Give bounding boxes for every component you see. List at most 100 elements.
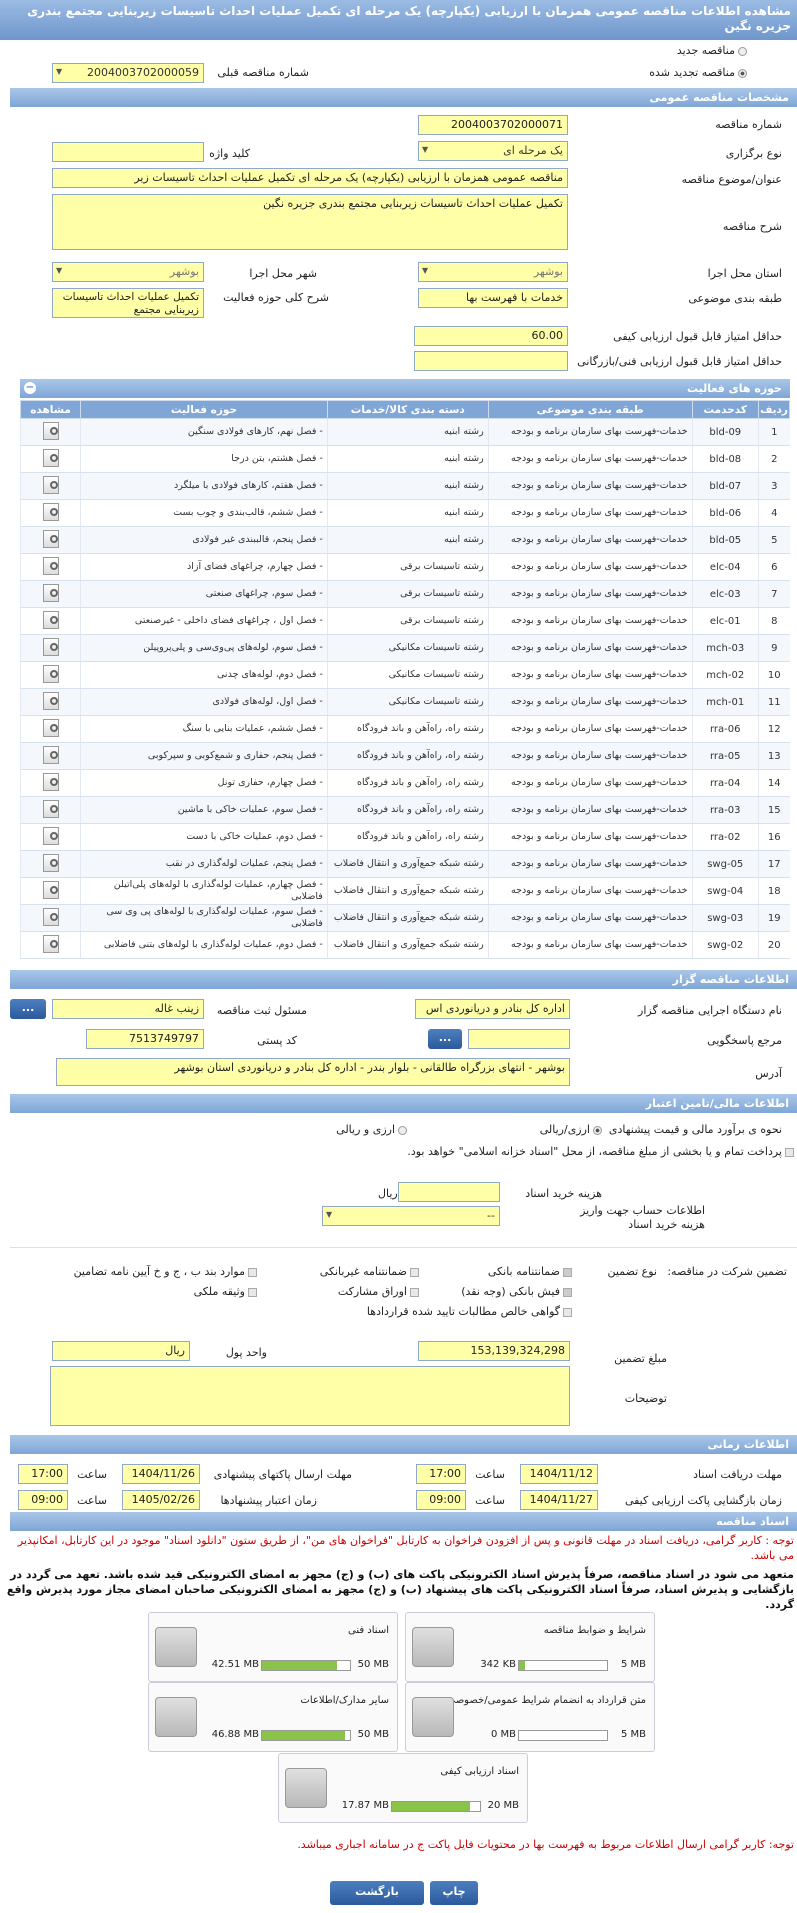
type-select[interactable]: یک مرحله ای xyxy=(418,141,568,161)
folder-icon[interactable] xyxy=(412,1627,454,1667)
guarantee-nonbank[interactable]: ضمانتنامه غیربانکی xyxy=(320,1265,419,1278)
view-document-icon[interactable] xyxy=(42,529,59,548)
document-size: 42.51 MB xyxy=(211,1659,259,1670)
document-box[interactable]: اسناد ارزیابی کیفی 20 MB 17.87 MB xyxy=(278,1753,528,1823)
checkbox-icon[interactable] xyxy=(410,1267,419,1277)
keyword-field xyxy=(52,142,204,162)
radio-icon[interactable] xyxy=(398,1125,407,1135)
radio-icon[interactable] xyxy=(593,1125,602,1135)
guarantee-clauses-label: موارد بند ب ، ج و خ آیین نامه تضامین xyxy=(73,1265,245,1278)
folder-icon[interactable] xyxy=(412,1697,454,1737)
guarantee-property[interactable]: وثیقه ملکی xyxy=(194,1285,257,1298)
view-document-icon[interactable] xyxy=(42,421,59,440)
service-code: rra-02 xyxy=(691,823,759,851)
guarantee-claims[interactable]: گواهی خالص مطالبات تایید شده قراردادها xyxy=(367,1305,572,1318)
row-category: خدمات-فهرست بهای سازمان برنامه و بودجه xyxy=(487,418,693,446)
checkbox-icon[interactable] xyxy=(563,1287,572,1297)
guarantee-clauses[interactable]: موارد بند ب ، ج و خ آیین نامه تضامین xyxy=(74,1265,257,1278)
treasury-checkbox[interactable]: پرداخت تمام و یا بخشی از مبلغ مناقصه، از… xyxy=(234,1144,794,1159)
row-scope: - فصل اول، لوله‌های فولادی xyxy=(80,688,328,716)
folder-icon[interactable] xyxy=(155,1627,197,1667)
org-label: نام دستگاه اجرایی مناقصه گزار xyxy=(638,1004,782,1017)
checkbox-icon[interactable] xyxy=(248,1287,257,1297)
resp-more-button[interactable]: ... xyxy=(10,999,46,1019)
row-scope: - فصل پنجم، عملیات لوله‌گذاری در نقب xyxy=(80,850,328,878)
collapse-icon[interactable]: − xyxy=(24,382,36,394)
view-cell xyxy=(19,742,81,770)
document-box[interactable]: شرایط و ضوابط مناقصه 5 MB 342 KB xyxy=(405,1612,655,1682)
checkbox-icon[interactable] xyxy=(248,1267,257,1277)
guarantee-bank[interactable]: ضمانتنامه بانکی xyxy=(488,1265,572,1278)
document-max-size: 5 MB xyxy=(620,1659,646,1670)
method-option-2[interactable]: ارزی و ریالی xyxy=(336,1123,407,1136)
document-max-size: 5 MB xyxy=(620,1729,646,1740)
view-document-icon[interactable] xyxy=(42,772,59,791)
col-row: ردیف xyxy=(758,400,790,419)
document-max-size: 50 MB xyxy=(357,1729,389,1740)
document-box[interactable]: سایر مدارک/اطلاعات 50 MB 46.88 MB xyxy=(148,1682,398,1752)
service-code: bld-07 xyxy=(691,472,759,500)
title-field: مناقصه عمومی همزمان با ارزیابی (یکپارچه)… xyxy=(52,168,568,188)
view-document-icon[interactable] xyxy=(42,691,59,710)
view-document-icon[interactable] xyxy=(42,610,59,629)
radio-icon[interactable] xyxy=(738,46,747,56)
print-button[interactable]: چاپ xyxy=(430,1881,478,1905)
back-button[interactable]: بازگشت xyxy=(330,1881,424,1905)
view-document-icon[interactable] xyxy=(42,448,59,467)
view-document-icon[interactable] xyxy=(42,745,59,764)
city-select[interactable]: بوشهر xyxy=(52,262,204,282)
radio-new-tender[interactable]: مناقصه جدید xyxy=(677,44,747,57)
view-document-icon[interactable] xyxy=(42,934,59,953)
province-select[interactable]: بوشهر xyxy=(418,262,568,282)
view-document-icon[interactable] xyxy=(42,907,59,926)
view-document-icon[interactable] xyxy=(42,475,59,494)
view-cell xyxy=(19,796,81,824)
document-name: اسناد فنی xyxy=(348,1625,389,1636)
radio-renewed-tender[interactable]: مناقصه تجدید شده xyxy=(649,66,747,79)
checkbox-icon[interactable] xyxy=(785,1147,794,1157)
guarantee-cash[interactable]: فیش بانکی (وجه نقد) xyxy=(461,1285,572,1298)
service-code: mch-01 xyxy=(691,688,759,716)
ref-more-button[interactable]: ... xyxy=(428,1029,462,1049)
view-document-icon[interactable] xyxy=(42,853,59,872)
view-document-icon[interactable] xyxy=(42,826,59,845)
row-number: 5 xyxy=(758,526,790,554)
radio-icon[interactable] xyxy=(738,68,747,78)
currency-label: واحد پول xyxy=(225,1346,267,1359)
documents-note-1: توجه : کاربر گرامی، دریافت اسناد در مهلت… xyxy=(17,1534,794,1562)
row-number: 4 xyxy=(758,499,790,527)
document-box[interactable]: متن قرارداد به انضمام شرایط عمومی/خصوصی 5… xyxy=(405,1682,655,1752)
row-goods: رشته تاسیسات برقی xyxy=(326,607,489,635)
prev-tender-select[interactable]: 2004003702000059 xyxy=(52,63,204,83)
row-category: خدمات-فهرست بهای سازمان برنامه و بودجه xyxy=(487,850,693,878)
view-document-icon[interactable] xyxy=(42,799,59,818)
finance-section-bar: اطلاعات مالی/تامین اعتبار xyxy=(10,1094,797,1113)
method-option-1[interactable]: ارزی/ریالی xyxy=(540,1123,602,1136)
account-select[interactable]: -- xyxy=(322,1206,500,1226)
view-document-icon[interactable] xyxy=(42,880,59,899)
row-goods: رشته شبکه جمع‌آوری و انتقال فاضلاب xyxy=(326,904,489,932)
folder-icon[interactable] xyxy=(285,1768,327,1808)
activity-table: ردیف کدحدمت طبقه بندی موضوعی دسته بندی ک… xyxy=(19,400,790,959)
row-category: خدمات-فهرست بهای سازمان برنامه و بودجه xyxy=(487,769,693,797)
document-name: شرایط و ضوابط مناقصه xyxy=(543,1625,646,1636)
checkbox-icon[interactable] xyxy=(410,1287,419,1297)
view-document-icon[interactable] xyxy=(42,637,59,656)
row-number: 12 xyxy=(758,715,790,743)
document-progress-fill xyxy=(262,1731,345,1740)
row-number: 18 xyxy=(758,877,790,905)
view-document-icon[interactable] xyxy=(42,556,59,575)
view-document-icon[interactable] xyxy=(42,718,59,737)
view-document-icon[interactable] xyxy=(42,583,59,602)
tender-number-label: شماره مناقصه xyxy=(715,118,782,131)
checkbox-icon[interactable] xyxy=(563,1307,572,1317)
view-document-icon[interactable] xyxy=(42,664,59,683)
row-category: خدمات-فهرست بهای سازمان برنامه و بودجه xyxy=(487,445,693,473)
checkbox-icon[interactable] xyxy=(563,1267,572,1277)
guarantee-bonds[interactable]: اوراق مشارکت xyxy=(338,1285,419,1298)
guarantee-claims-label: گواهی خالص مطالبات تایید شده قراردادها xyxy=(366,1305,560,1318)
view-document-icon[interactable] xyxy=(42,502,59,521)
document-size: 342 KB xyxy=(480,1659,516,1670)
folder-icon[interactable] xyxy=(155,1697,197,1737)
document-box[interactable]: اسناد فنی 50 MB 42.51 MB xyxy=(148,1612,398,1682)
